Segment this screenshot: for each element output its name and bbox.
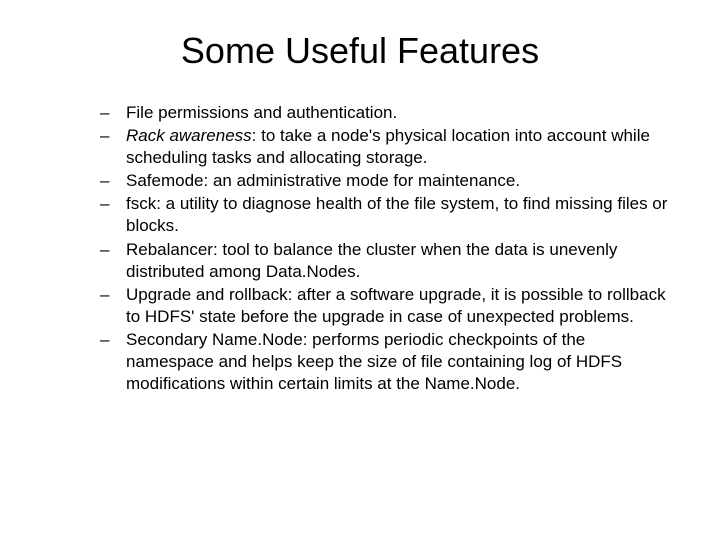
list-item: fsck: a utility to diagnose health of th… [100, 193, 670, 237]
list-item: Rebalancer: tool to balance the cluster … [100, 239, 670, 283]
list-item: Upgrade and rollback: after a software u… [100, 284, 670, 328]
list-item-text: Upgrade and rollback: after a software u… [126, 285, 666, 326]
list-item-text: fsck: a utility to diagnose health of th… [126, 194, 667, 235]
list-item: Safemode: an administrative mode for mai… [100, 170, 670, 192]
list-item-text: Rebalancer: tool to balance the cluster … [126, 240, 617, 281]
list-item-text: Safemode: an administrative mode for mai… [126, 171, 520, 190]
list-item-text: Secondary Name.Node: performs periodic c… [126, 330, 622, 393]
list-item: File permissions and authentication. [100, 102, 670, 124]
list-item-emphasis: Rack awareness [126, 126, 252, 145]
bullet-list: File permissions and authentication. Rac… [50, 102, 670, 395]
list-item: Secondary Name.Node: performs periodic c… [100, 329, 670, 395]
slide-title: Some Useful Features [50, 30, 670, 72]
list-item-text: File permissions and authentication. [126, 103, 397, 122]
list-item: Rack awareness: to take a node's physica… [100, 125, 670, 169]
